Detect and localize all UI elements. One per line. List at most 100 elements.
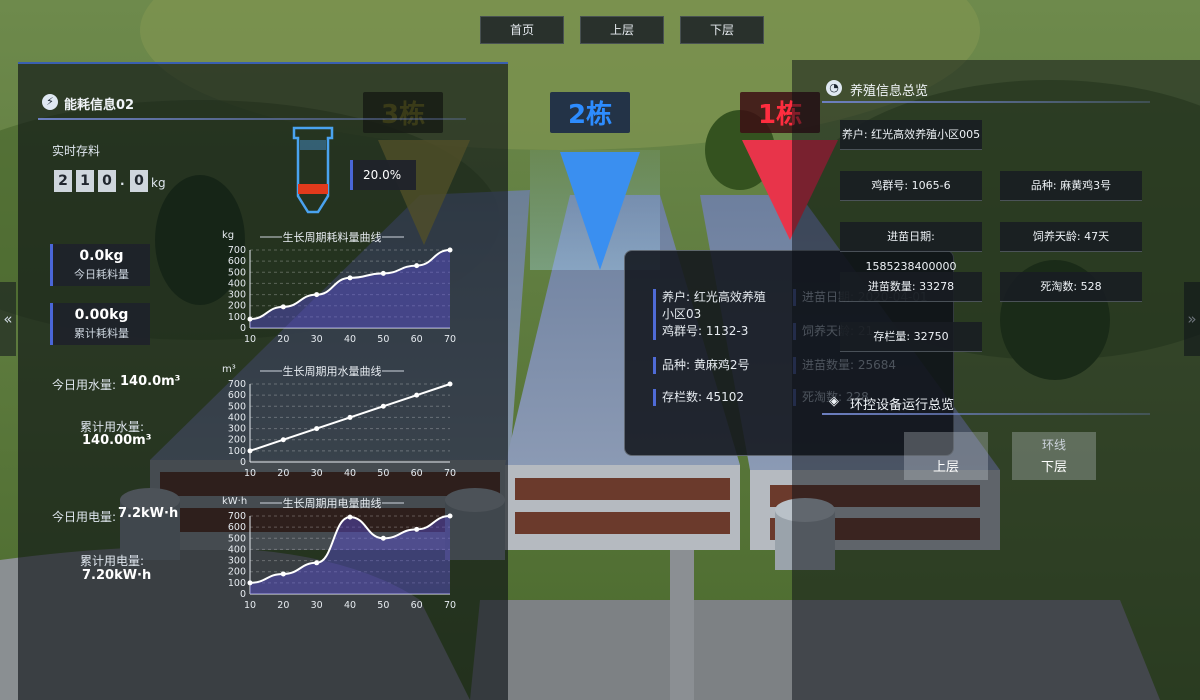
y-tick-label: 0 bbox=[240, 589, 246, 600]
today-feed-box: 0.0kg 今日耗料量 bbox=[50, 244, 150, 286]
y-tick-label: 400 bbox=[228, 278, 246, 289]
today-water-value: 140.0m³ bbox=[120, 374, 181, 389]
data-point bbox=[414, 392, 420, 398]
today-power-label: 今日用电量: bbox=[52, 510, 117, 524]
breeding-flock: 鸡群号: 1065-6 bbox=[840, 171, 982, 201]
y-axis-unit: m³ bbox=[222, 364, 236, 375]
x-tick-label: 70 bbox=[444, 468, 456, 479]
data-point bbox=[380, 270, 386, 276]
data-point bbox=[447, 247, 453, 253]
popup-flock: 鸡群号: 1132-3 bbox=[653, 323, 748, 340]
breeding-stock: 存栏量: 32750 bbox=[840, 322, 982, 352]
x-tick-label: 20 bbox=[277, 468, 289, 479]
y-tick-label: 100 bbox=[228, 578, 246, 589]
data-point bbox=[280, 304, 286, 310]
y-tick-label: 200 bbox=[228, 301, 246, 312]
y-tick-label: 600 bbox=[228, 256, 246, 267]
feed-curve-chart: 生长周期耗料量曲线 kg 0100200300400500600700 10 20 30 4… bbox=[222, 230, 456, 345]
data-point bbox=[247, 580, 253, 586]
x-tick-label: 60 bbox=[411, 468, 423, 479]
building-2-label: 2栋 bbox=[550, 92, 631, 133]
data-point bbox=[414, 263, 420, 269]
x-tick-label: 50 bbox=[377, 334, 389, 345]
breeding-chick-date: 进苗日期: 1585238400000 bbox=[840, 222, 982, 273]
breeding-farmer: 养户: 红光高效养殖小区005 bbox=[840, 120, 982, 150]
data-point bbox=[414, 526, 420, 532]
y-tick-label: 500 bbox=[228, 401, 246, 412]
popup-stock: 存栏数: 45102 bbox=[653, 389, 744, 406]
x-tick-label: 60 bbox=[411, 600, 423, 611]
y-tick-label: 500 bbox=[228, 533, 246, 544]
x-tick-label: 10 bbox=[244, 334, 256, 345]
env-upper-floor-button[interactable]: 上层 bbox=[904, 432, 988, 480]
x-tick-label: 70 bbox=[444, 334, 456, 345]
data-point bbox=[247, 316, 253, 322]
x-tick-label: 50 bbox=[377, 600, 389, 611]
data-point bbox=[447, 513, 453, 519]
layers-icon: ◈ bbox=[829, 394, 839, 409]
breeding-chick-count: 进苗数量: 33278 bbox=[840, 272, 982, 302]
breeding-deaths: 死淘数: 528 bbox=[1000, 272, 1142, 302]
y-tick-label: 300 bbox=[228, 290, 246, 301]
today-feed-value: 0.0kg bbox=[79, 248, 124, 264]
y-tick-label: 400 bbox=[228, 412, 246, 423]
y-tick-label: 300 bbox=[228, 556, 246, 567]
y-tick-label: 200 bbox=[228, 567, 246, 578]
data-point bbox=[280, 437, 286, 443]
y-tick-label: 400 bbox=[228, 544, 246, 555]
x-tick-label: 40 bbox=[344, 468, 356, 479]
data-point bbox=[380, 535, 386, 541]
x-tick-label: 30 bbox=[311, 468, 323, 479]
tank-percent-box: 20.0% bbox=[350, 160, 416, 190]
y-tick-label: 0 bbox=[240, 457, 246, 468]
today-water-label: 今日用水量: bbox=[52, 378, 117, 392]
x-tick-label: 40 bbox=[344, 334, 356, 345]
stock-digit: 1 bbox=[76, 170, 94, 192]
series-area bbox=[250, 250, 450, 328]
env-panel-title: 环控设备运行总览 bbox=[850, 398, 955, 413]
home-button[interactable]: 首页 bbox=[480, 16, 564, 44]
x-tick-label: 10 bbox=[244, 468, 256, 479]
breeding-age: 饲养天龄: 47天 bbox=[1000, 222, 1142, 252]
total-power-value: 7.20kW·h bbox=[82, 568, 152, 583]
data-point bbox=[280, 571, 286, 577]
today-power-value: 7.2kW·h bbox=[118, 506, 179, 521]
title-underline bbox=[38, 118, 466, 120]
x-tick-label: 10 bbox=[244, 600, 256, 611]
y-tick-label: 100 bbox=[228, 312, 246, 323]
y-axis-unit: kW·h bbox=[222, 496, 247, 507]
total-feed-label: 累计耗料量 bbox=[74, 327, 129, 340]
x-tick-label: 60 bbox=[411, 334, 423, 345]
x-tick-label: 50 bbox=[377, 468, 389, 479]
power-curve-chart: 生长周期用电量曲线 kW·h 0100200300400500600700 10 20 3… bbox=[222, 496, 456, 611]
data-point bbox=[314, 560, 320, 566]
popup-breed: 品种: 黄麻鸡2号 bbox=[653, 357, 750, 374]
upper-floor-button[interactable]: 上层 bbox=[580, 16, 664, 44]
stock-label: 实时存料 bbox=[52, 144, 101, 158]
total-power-label: 累计用电量: bbox=[80, 554, 145, 568]
chart-title: 生长周期用水量曲线 bbox=[283, 364, 382, 378]
stock-decimal-dot: . bbox=[120, 174, 125, 188]
title-underline bbox=[822, 101, 1150, 103]
data-point bbox=[380, 403, 386, 409]
series-area bbox=[250, 516, 450, 594]
data-point bbox=[314, 426, 320, 432]
pie-chart-icon: ◔ bbox=[826, 80, 842, 96]
lower-floor-button[interactable]: 下层 bbox=[680, 16, 764, 44]
breeding-info-panel bbox=[792, 60, 1200, 700]
stock-digit: 0 bbox=[130, 170, 148, 192]
y-tick-label: 700 bbox=[228, 379, 246, 390]
env-lower-floor-button[interactable]: 下层 bbox=[1012, 432, 1096, 480]
data-point bbox=[347, 514, 353, 520]
data-point bbox=[247, 448, 253, 454]
popup-farmer: 养户: 红光高效养殖 小区03 bbox=[653, 289, 766, 323]
x-tick-label: 20 bbox=[277, 600, 289, 611]
y-tick-label: 700 bbox=[228, 245, 246, 256]
data-point bbox=[314, 292, 320, 298]
feed-tank-icon bbox=[292, 126, 334, 214]
x-tick-label: 70 bbox=[444, 600, 456, 611]
collapse-left-arrow-icon[interactable]: « bbox=[0, 282, 16, 356]
x-tick-label: 20 bbox=[277, 334, 289, 345]
y-tick-label: 100 bbox=[228, 446, 246, 457]
data-point bbox=[347, 414, 353, 420]
